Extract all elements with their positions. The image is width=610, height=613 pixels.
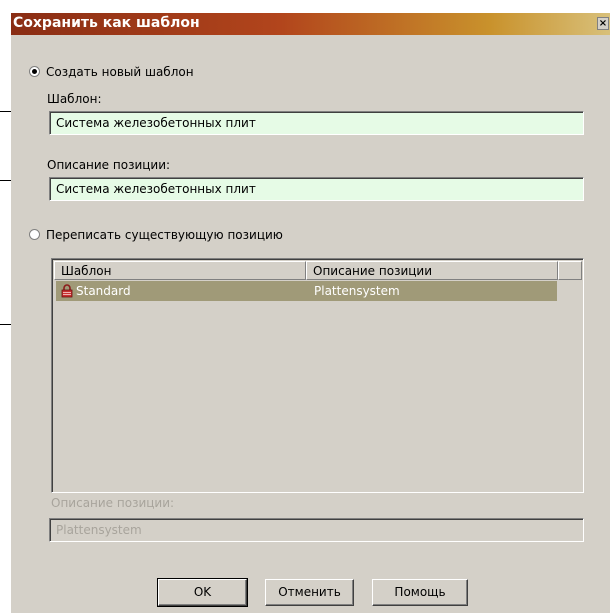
template-label: Шаблон: bbox=[47, 92, 102, 106]
row-description-cell: Plattensystem bbox=[314, 284, 400, 298]
cancel-button[interactable]: Отменить bbox=[265, 579, 354, 606]
overwrite-description-input: Plattensystem bbox=[49, 518, 584, 542]
overwrite-radio[interactable] bbox=[29, 229, 40, 240]
column-header-description-label: Описание позиции bbox=[313, 264, 433, 278]
create-new-radio[interactable] bbox=[29, 66, 40, 77]
template-input[interactable]: Система железобетонных плит bbox=[49, 111, 584, 135]
ok-button[interactable]: OK bbox=[157, 578, 248, 607]
templates-list[interactable]: Шаблон Описание позиции Standard Platten… bbox=[51, 258, 584, 493]
lock-icon bbox=[61, 284, 73, 298]
help-button[interactable]: Помощь bbox=[372, 579, 468, 606]
column-header-template-label: Шаблон bbox=[61, 264, 112, 278]
radio-selected-dot bbox=[32, 69, 37, 74]
title-bar[interactable]: Сохранить как шаблон × bbox=[11, 13, 610, 35]
table-row[interactable]: Standard Plattensystem bbox=[56, 281, 557, 301]
row-template-cell: Standard bbox=[76, 284, 131, 298]
description-label: Описание позиции: bbox=[47, 158, 171, 172]
description-input[interactable]: Система железобетонных плит bbox=[49, 177, 584, 201]
column-header-template[interactable]: Шаблон bbox=[54, 261, 306, 280]
overwrite-label[interactable]: Переписать существующую позицию bbox=[46, 228, 283, 242]
overwrite-description-label: Описание позиции: bbox=[51, 496, 175, 510]
column-header-spacer bbox=[558, 261, 582, 280]
close-button[interactable]: × bbox=[597, 17, 609, 30]
save-as-template-dialog: Сохранить как шаблон × Создать новый шаб… bbox=[11, 13, 610, 613]
create-new-label[interactable]: Создать новый шаблон bbox=[46, 65, 194, 79]
dialog-title: Сохранить как шаблон bbox=[13, 15, 200, 31]
column-header-description[interactable]: Описание позиции bbox=[306, 261, 558, 280]
